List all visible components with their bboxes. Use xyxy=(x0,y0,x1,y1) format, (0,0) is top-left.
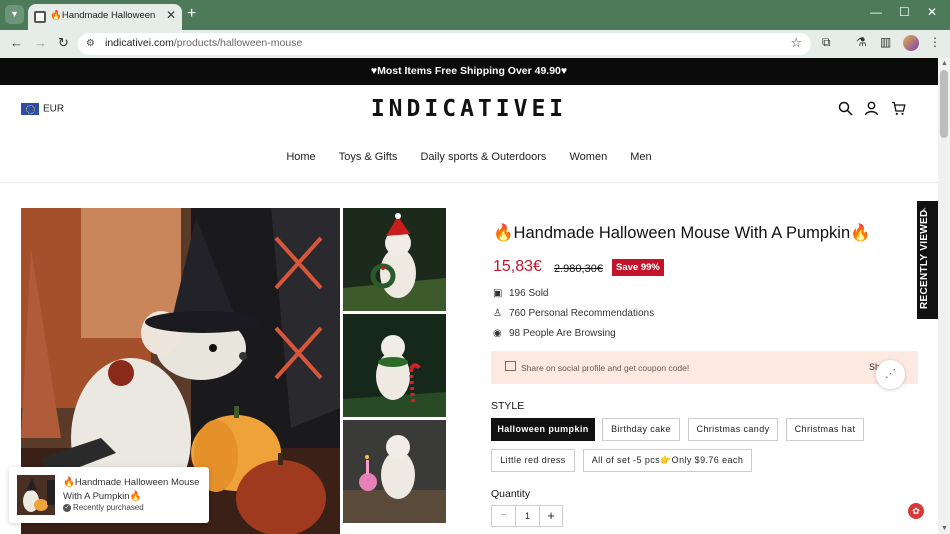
tab-title: 🔥Handmade Halloween Mouse With A Pumpkin… xyxy=(50,10,158,21)
thumbnail-birthday-cake[interactable] xyxy=(343,420,446,523)
back-icon[interactable]: ← xyxy=(10,35,23,50)
share-coupon-banner[interactable]: Share on social profile and get coupon c… xyxy=(491,351,918,384)
nav-item-toys-gifts[interactable]: Toys & Gifts xyxy=(339,151,398,163)
bag-icon: ▣ xyxy=(493,288,503,299)
product-title: 🔥Handmade Halloween Mouse With A Pumpkin… xyxy=(493,224,871,242)
check-icon: ✓ xyxy=(63,503,71,512)
browser-toolbar: ← → ↻ ⚙ indicativei.com/products/hallowe… xyxy=(0,30,950,58)
share-coupon-text: Share on social profile and get coupon c… xyxy=(521,363,690,373)
thumbnail-christmas-candy[interactable] xyxy=(343,314,446,417)
share-icon[interactable]: ⋰ xyxy=(876,360,905,389)
scroll-down-icon[interactable]: ▼ xyxy=(941,525,948,532)
menu-kebab-icon[interactable]: ⋮ xyxy=(929,35,941,49)
product-old-price: 2.980,30€ xyxy=(554,263,603,275)
header-divider xyxy=(0,182,938,183)
scroll-up-icon[interactable]: ▲ xyxy=(941,60,948,67)
style-option-christmas-candy[interactable]: Christmas candy xyxy=(688,418,778,441)
recommendations-count: ♙ 760 Personal Recommendations xyxy=(493,308,655,319)
tab-favicon-icon xyxy=(34,11,46,23)
style-option-birthday-cake[interactable]: Birthday cake xyxy=(602,418,680,441)
browser-tabbar: ▾ 🔥Handmade Halloween Mouse With A Pumpk… xyxy=(0,0,950,30)
style-label: STYLE xyxy=(491,400,525,412)
side-panel-icon[interactable]: ▥ xyxy=(880,35,891,49)
nav-item-women[interactable]: Women xyxy=(569,151,607,163)
nav-item-daily-sports[interactable]: Daily sports & Outerdoors xyxy=(420,151,546,163)
style-option-all-of-set[interactable]: All of set -5 pcs👉Only $9.76 each xyxy=(583,449,752,472)
bookmark-star-icon[interactable]: ☆ xyxy=(790,35,802,51)
url-text: indicativei.com/products/halloween-mouse xyxy=(105,37,303,49)
style-option-halloween-pumpkin[interactable]: Halloween pumpkin xyxy=(491,418,595,441)
close-window-icon[interactable]: ✕ xyxy=(927,5,937,19)
site-info-icon[interactable]: ⚙ xyxy=(86,38,95,49)
web-page: ♥Most Items Free Shipping Over 49.90♥ EU… xyxy=(0,58,938,534)
nav-item-home[interactable]: Home xyxy=(286,151,315,163)
quantity-input[interactable]: 1 xyxy=(515,505,540,527)
style-option-little-red-dress[interactable]: Little red dress xyxy=(491,449,575,472)
tab-close-icon[interactable]: ✕ xyxy=(166,8,176,22)
cart-icon[interactable] xyxy=(891,101,906,119)
thumbs-up-icon: ♙ xyxy=(493,308,502,319)
eye-icon: ◉ xyxy=(493,328,502,339)
profile-avatar[interactable] xyxy=(903,35,919,51)
announcement-bar: ♥Most Items Free Shipping Over 49.90♥ xyxy=(0,58,938,85)
toast-title: 🔥Handmade Halloween Mouse With A Pumpkin… xyxy=(63,477,200,502)
gift-icon[interactable]: ✿ xyxy=(908,503,924,519)
recently-viewed-label: RECENTLY VIEWED xyxy=(919,209,930,309)
scroll-thumb[interactable] xyxy=(940,70,948,138)
quantity-increase-button[interactable]: + xyxy=(539,505,563,527)
style-option-christmas-hat[interactable]: Christmas hat xyxy=(786,418,864,441)
save-badge: Save 99% xyxy=(612,259,664,276)
browsing-count: ◉ 98 People Are Browsing xyxy=(493,328,616,339)
product-price: 15,83€ xyxy=(493,258,542,275)
recent-purchase-toast[interactable]: 🔥Handmade Halloween Mouse With A Pumpkin… xyxy=(9,467,209,523)
recently-viewed-tab[interactable]: ‹ RECENTLY VIEWED xyxy=(917,201,938,319)
search-icon[interactable] xyxy=(838,101,853,119)
tab-search-icon[interactable]: ▾ xyxy=(5,5,24,24)
toast-product-image xyxy=(17,475,55,515)
forward-icon[interactable]: → xyxy=(34,35,47,50)
minimize-icon[interactable]: — xyxy=(870,5,882,19)
address-bar[interactable]: ⚙ indicativei.com/products/halloween-mou… xyxy=(78,33,811,55)
nav-item-men[interactable]: Men xyxy=(630,151,651,163)
reload-icon[interactable]: ↻ xyxy=(58,35,69,51)
site-logo[interactable]: INDICATIVEI xyxy=(0,96,938,122)
sold-count: ▣ 196 Sold xyxy=(493,288,549,299)
page-scrollbar[interactable]: ▲ ▼ xyxy=(938,58,950,534)
quantity-decrease-button[interactable]: − xyxy=(491,505,516,527)
browser-tab[interactable]: 🔥Handmade Halloween Mouse With A Pumpkin… xyxy=(28,4,182,30)
thumbnail-christmas-hat[interactable] xyxy=(343,208,446,311)
main-nav: Home Toys & Gifts Daily sports & Outerdo… xyxy=(0,151,938,163)
new-tab-icon[interactable]: + xyxy=(187,5,196,23)
maximize-icon[interactable]: ☐ xyxy=(899,5,910,19)
toast-subtitle: ✓ Recently purchased xyxy=(63,503,144,512)
quantity-label: Quantity xyxy=(491,488,531,500)
account-icon[interactable] xyxy=(864,101,879,119)
labs-icon[interactable]: ⚗ xyxy=(856,35,867,49)
extensions-icon[interactable]: ⧉ xyxy=(822,35,831,50)
coupon-icon xyxy=(505,361,516,371)
